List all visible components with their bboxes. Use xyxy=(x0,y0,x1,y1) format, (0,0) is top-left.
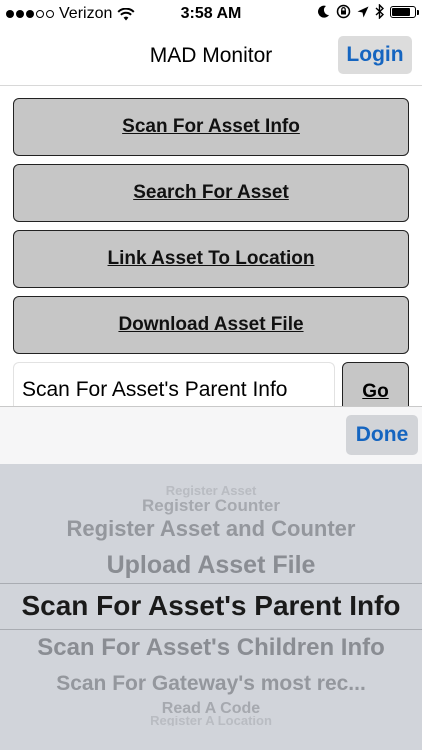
picker-option-selected[interactable]: Scan For Asset's Parent Info xyxy=(0,588,422,624)
picker-toolbar: Done xyxy=(0,406,422,464)
navigation-bar: MAD Monitor Login xyxy=(0,30,422,86)
link-asset-location-button[interactable]: Link Asset To Location xyxy=(13,230,409,288)
go-button[interactable]: Go xyxy=(342,362,409,406)
picker-selection-top-line xyxy=(0,583,422,584)
picker-option[interactable]: Scan For Asset's Children Info xyxy=(0,633,422,663)
scan-asset-info-button[interactable]: Scan For Asset Info xyxy=(13,98,409,156)
location-arrow-icon xyxy=(357,6,369,17)
search-asset-button[interactable]: Search For Asset xyxy=(13,164,409,222)
picker-option[interactable]: Register Counter xyxy=(0,496,422,516)
action-select-field[interactable]: Scan For Asset's Parent Info xyxy=(13,362,335,406)
picker-option[interactable]: Register Asset and Counter xyxy=(0,516,422,542)
action-selection-row: Scan For Asset's Parent Info Go xyxy=(13,362,409,406)
battery-level xyxy=(392,7,410,16)
picker-wheel[interactable]: Register Asset Register Counter Register… xyxy=(0,464,422,750)
battery-icon xyxy=(390,5,419,18)
status-right xyxy=(318,4,419,19)
picker-option[interactable]: Scan For Gateway's most rec... xyxy=(0,671,422,697)
done-button[interactable]: Done xyxy=(346,415,418,455)
download-asset-file-button[interactable]: Download Asset File xyxy=(13,296,409,354)
login-button[interactable]: Login xyxy=(338,36,412,74)
bluetooth-icon xyxy=(375,4,384,19)
moon-icon xyxy=(318,5,329,18)
picker-selection-bottom-line xyxy=(0,629,422,630)
rotation-lock-icon xyxy=(336,4,351,19)
picker-option[interactable]: Register A Location xyxy=(0,716,422,726)
picker-option[interactable]: Upload Asset File xyxy=(0,550,422,580)
status-bar: Verizon 3:58 AM xyxy=(0,0,422,30)
